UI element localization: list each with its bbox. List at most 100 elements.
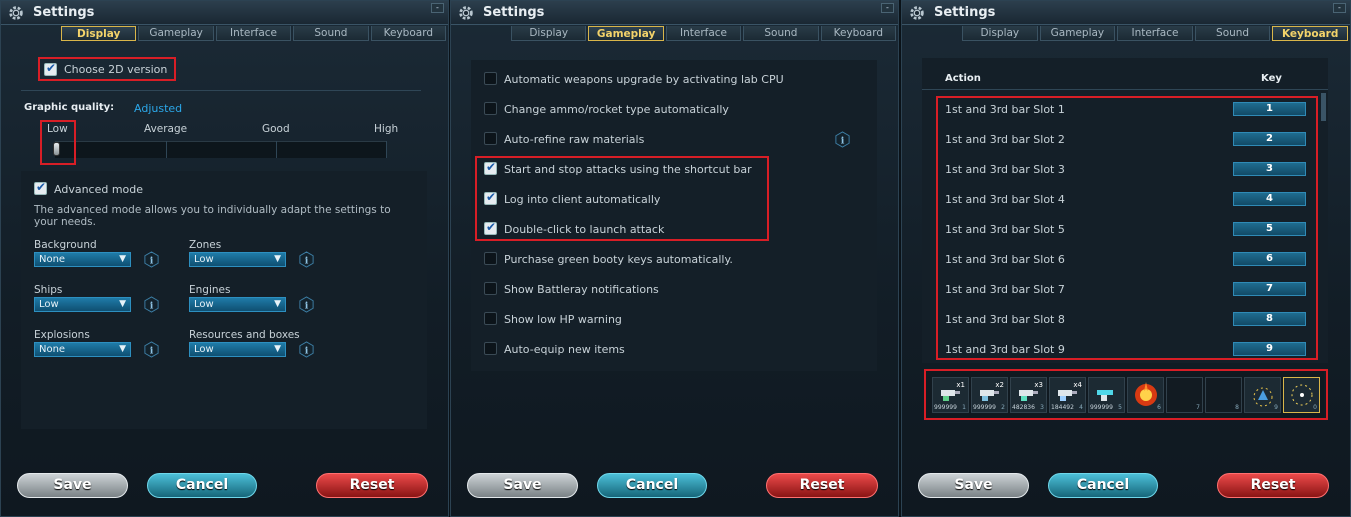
keybinding-key[interactable]: 8 (1233, 312, 1306, 326)
slot-count: 999999 (1090, 404, 1113, 411)
gameplay-checkbox[interactable] (484, 252, 497, 265)
settings-window-display: Settings - Display Gameplay Interface So… (0, 0, 449, 517)
quality-slider-handle[interactable] (53, 142, 60, 156)
keybinding-key[interactable]: 2 (1233, 132, 1306, 146)
reset-button[interactable]: Reset (766, 473, 878, 498)
shortcut-slot[interactable]: x2 999999 2 (971, 377, 1008, 413)
keybinding-key[interactable]: 7 (1233, 282, 1306, 296)
svg-text:i: i (305, 255, 309, 266)
keybinding-action: 1st and 3rd bar Slot 2 (945, 133, 1065, 146)
engines-dropdown[interactable]: Low ▼ (189, 297, 286, 312)
reset-button[interactable]: Reset (1217, 473, 1329, 498)
info-icon[interactable]: i (143, 296, 160, 313)
background-value: None (39, 254, 66, 265)
tab-gameplay[interactable]: Gameplay (588, 26, 664, 41)
shortcut-slot[interactable]: x3 482836 3 (1010, 377, 1047, 413)
gameplay-checkbox[interactable] (484, 132, 497, 145)
gameplay-checkbox[interactable] (484, 342, 497, 355)
gameplay-checkbox[interactable] (484, 190, 497, 205)
minimize-button[interactable]: - (1333, 3, 1346, 13)
tab-gameplay[interactable]: Gameplay (138, 26, 214, 41)
info-icon[interactable]: i (143, 251, 160, 268)
tab-interface[interactable]: Interface (1117, 26, 1193, 41)
gameplay-option-label: Show Battleray notifications (504, 283, 659, 296)
cancel-button[interactable]: Cancel (597, 473, 707, 498)
minimize-button[interactable]: - (431, 3, 444, 13)
gear-icon (910, 6, 924, 20)
ships-dropdown[interactable]: Low ▼ (34, 297, 131, 312)
info-icon[interactable]: i (143, 341, 160, 358)
explosions-dropdown[interactable]: None ▼ (34, 342, 131, 357)
quality-slider-track[interactable] (55, 141, 387, 158)
minimize-button[interactable]: - (881, 3, 894, 13)
save-button[interactable]: Save (918, 473, 1029, 498)
save-button[interactable]: Save (17, 473, 128, 498)
info-icon[interactable]: i (298, 296, 315, 313)
shortcut-slot[interactable]: 8 (1205, 377, 1242, 413)
keybinding-key[interactable]: 4 (1233, 192, 1306, 206)
tab-display[interactable]: Display (511, 26, 587, 41)
keybinding-key[interactable]: 9 (1233, 342, 1306, 356)
slot-number: 2 (1001, 404, 1005, 411)
advanced-mode-label: Advanced mode (54, 183, 144, 196)
cancel-button[interactable]: Cancel (147, 473, 257, 498)
shortcut-slot[interactable]: 6 (1127, 377, 1164, 413)
shortcut-slot[interactable]: 0 (1283, 377, 1320, 413)
zones-dropdown[interactable]: Low ▼ (189, 252, 286, 267)
gameplay-checkbox[interactable] (484, 160, 497, 175)
chevron-down-icon: ▼ (119, 299, 126, 309)
keybinding-key[interactable]: 5 (1233, 222, 1306, 236)
tab-keyboard[interactable]: Keyboard (370, 26, 447, 41)
keybinding-key[interactable]: 1 (1233, 102, 1306, 116)
resources-dropdown[interactable]: Low ▼ (189, 342, 286, 357)
tab-sound[interactable]: Sound (293, 26, 369, 41)
tab-display[interactable]: Display (962, 26, 1038, 41)
shortcut-slot[interactable]: 999999 5 (1088, 377, 1125, 413)
engines-label: Engines (189, 284, 231, 296)
gameplay-checkbox[interactable] (484, 102, 497, 115)
chevron-down-icon: ▼ (274, 254, 281, 264)
gameplay-checkbox[interactable] (484, 72, 497, 85)
tab-keyboard[interactable]: Keyboard (820, 26, 897, 41)
reset-button[interactable]: Reset (316, 473, 428, 498)
keybinding-key[interactable]: 6 (1233, 252, 1306, 266)
svg-text:i: i (841, 135, 845, 146)
keybinding-key[interactable]: 3 (1233, 162, 1306, 176)
shortcut-slot[interactable]: x1 999999 1 (932, 377, 969, 413)
tab-display[interactable]: Display (61, 26, 137, 41)
explosions-label: Explosions (34, 329, 90, 341)
info-icon[interactable]: i (834, 131, 851, 148)
shortcut-slot[interactable]: 7 (1166, 377, 1203, 413)
slot-count: 999999 (973, 404, 996, 411)
info-icon[interactable]: i (298, 341, 315, 358)
tab-interface[interactable]: Interface (215, 26, 292, 41)
gameplay-option-label: Double-click to launch attack (504, 223, 665, 236)
cancel-button[interactable]: Cancel (1048, 473, 1158, 498)
save-button[interactable]: Save (467, 473, 578, 498)
tab-keyboard[interactable]: Keyboard (1272, 26, 1348, 41)
gameplay-checkbox[interactable] (484, 220, 497, 235)
chevron-down-icon: ▼ (274, 299, 281, 309)
keybinding-action: 1st and 3rd bar Slot 1 (945, 103, 1065, 116)
scrollbar-thumb[interactable] (1321, 93, 1326, 121)
shortcut-slot[interactable]: 9 (1244, 377, 1281, 413)
choose-2d-checkbox[interactable] (44, 61, 57, 76)
gameplay-checkbox[interactable] (484, 312, 497, 325)
explosions-value: None (39, 344, 66, 355)
svg-text:i: i (305, 300, 309, 311)
tab-interface[interactable]: Interface (665, 26, 742, 41)
tab-sound[interactable]: Sound (1194, 26, 1271, 41)
slot-number: 3 (1040, 404, 1044, 411)
background-dropdown[interactable]: None ▼ (34, 252, 131, 267)
tab-sound[interactable]: Sound (743, 26, 819, 41)
column-header-action: Action (945, 73, 981, 84)
slot-multiplier: x4 (1073, 381, 1082, 389)
slot-count: 482836 (1012, 404, 1035, 411)
title-bar: Settings - (451, 1, 898, 25)
tab-gameplay[interactable]: Gameplay (1039, 26, 1116, 41)
gameplay-checkbox[interactable] (484, 282, 497, 295)
advanced-mode-checkbox[interactable] (34, 180, 47, 195)
info-icon[interactable]: i (298, 251, 315, 268)
slot-number: 9 (1274, 404, 1278, 411)
shortcut-slot[interactable]: x4 184492 4 (1049, 377, 1086, 413)
